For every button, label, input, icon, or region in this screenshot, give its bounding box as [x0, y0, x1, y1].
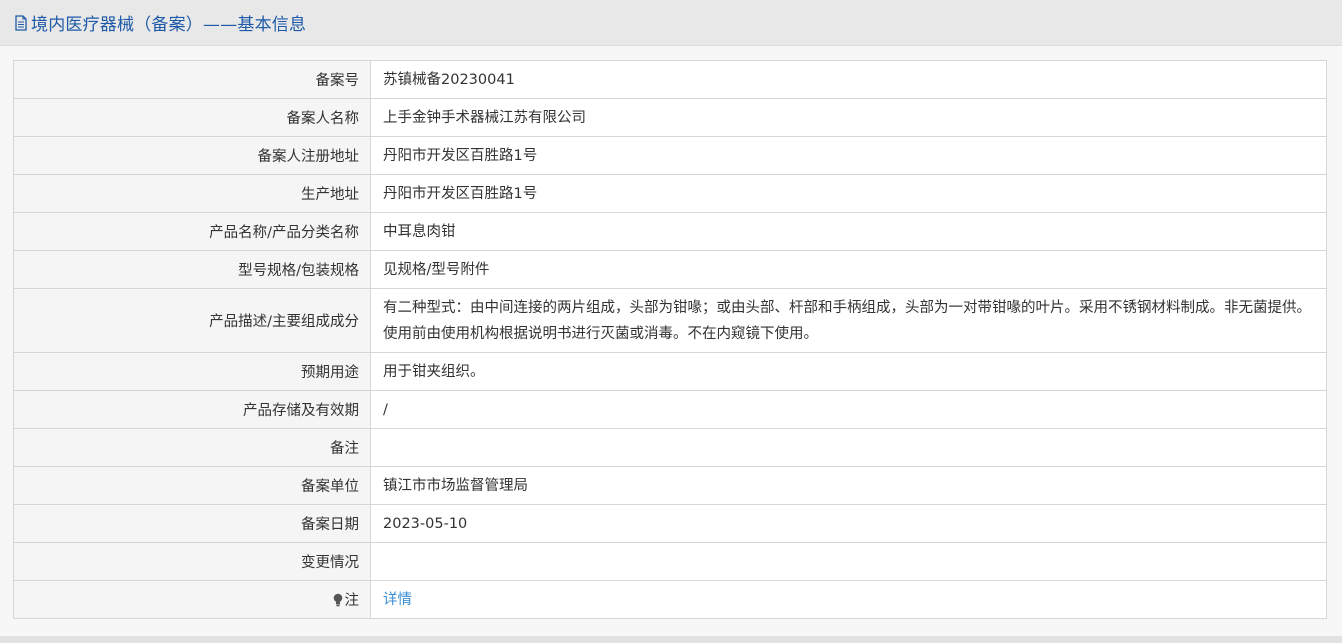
note-row: 注 详情 — [13, 580, 1327, 619]
table-row: 产品描述/主要组成成分 有二种型式：由中间连接的两片组成，头部为钳喙；或由头部、… — [13, 288, 1327, 353]
field-label: 备案人名称 — [13, 98, 371, 137]
table-row: 备案人注册地址 丹阳市开发区百胜路1号 — [13, 136, 1327, 175]
field-value: 用于钳夹组织。 — [370, 352, 1327, 391]
table-row: 备注 — [13, 428, 1327, 467]
field-label: 备注 — [13, 428, 371, 467]
field-label: 预期用途 — [13, 352, 371, 391]
document-icon — [15, 14, 27, 31]
page-header: 境内医疗器械（备案）——基本信息 — [0, 0, 1342, 46]
field-label: 变更情况 — [13, 542, 371, 581]
field-value: / — [370, 390, 1327, 429]
field-label: 型号规格/包装规格 — [13, 250, 371, 289]
table-row: 产品存储及有效期 / — [13, 390, 1327, 429]
field-label: 备案号 — [13, 60, 371, 99]
basic-info-table: 备案号 苏镇械备20230041 备案人名称 上手金钟手术器械江苏有限公司 备案… — [13, 60, 1327, 619]
table-row: 备案单位 镇江市市场监督管理局 — [13, 466, 1327, 505]
table-row: 产品名称/产品分类名称 中耳息肉钳 — [13, 212, 1327, 251]
table-row: 备案日期 2023-05-10 — [13, 504, 1327, 543]
page-title: 境内医疗器械（备案）——基本信息 — [31, 15, 307, 35]
field-label: 生产地址 — [13, 174, 371, 213]
field-value — [370, 428, 1327, 467]
field-value: 上手金钟手术器械江苏有限公司 — [370, 98, 1327, 137]
field-label: 产品名称/产品分类名称 — [13, 212, 371, 251]
note-label: 注 — [344, 593, 360, 609]
field-value: 苏镇械备20230041 — [370, 60, 1327, 99]
field-label: 备案日期 — [13, 504, 371, 543]
field-value: 丹阳市开发区百胜路1号 — [370, 174, 1327, 213]
details-link[interactable]: 详情 — [383, 592, 412, 608]
field-label: 备案人注册地址 — [13, 136, 371, 175]
note-label-cell: 注 — [13, 580, 371, 619]
table-row: 备案人名称 上手金钟手术器械江苏有限公司 — [13, 98, 1327, 137]
field-label: 备案单位 — [13, 466, 371, 505]
table-row: 备案号 苏镇械备20230041 — [13, 60, 1327, 99]
content-panel: 备案号 苏镇械备20230041 备案人名称 上手金钟手术器械江苏有限公司 备案… — [0, 46, 1342, 636]
footer-divider — [0, 636, 1342, 643]
table-row: 生产地址 丹阳市开发区百胜路1号 — [13, 174, 1327, 213]
field-label: 产品存储及有效期 — [13, 390, 371, 429]
field-value: 有二种型式：由中间连接的两片组成，头部为钳喙；或由头部、杆部和手柄组成，头部为一… — [370, 288, 1327, 353]
field-value: 丹阳市开发区百胜路1号 — [370, 136, 1327, 175]
lightbulb-icon — [333, 593, 342, 607]
field-value — [370, 542, 1327, 581]
table-row: 型号规格/包装规格 见规格/型号附件 — [13, 250, 1327, 289]
field-value: 中耳息肉钳 — [370, 212, 1327, 251]
note-value-cell: 详情 — [370, 580, 1327, 619]
field-value: 镇江市市场监督管理局 — [370, 466, 1327, 505]
table-row: 预期用途 用于钳夹组织。 — [13, 352, 1327, 391]
field-value: 见规格/型号附件 — [370, 250, 1327, 289]
table-row: 变更情况 — [13, 542, 1327, 581]
field-value: 2023-05-10 — [370, 504, 1327, 543]
field-label: 产品描述/主要组成成分 — [13, 288, 371, 353]
